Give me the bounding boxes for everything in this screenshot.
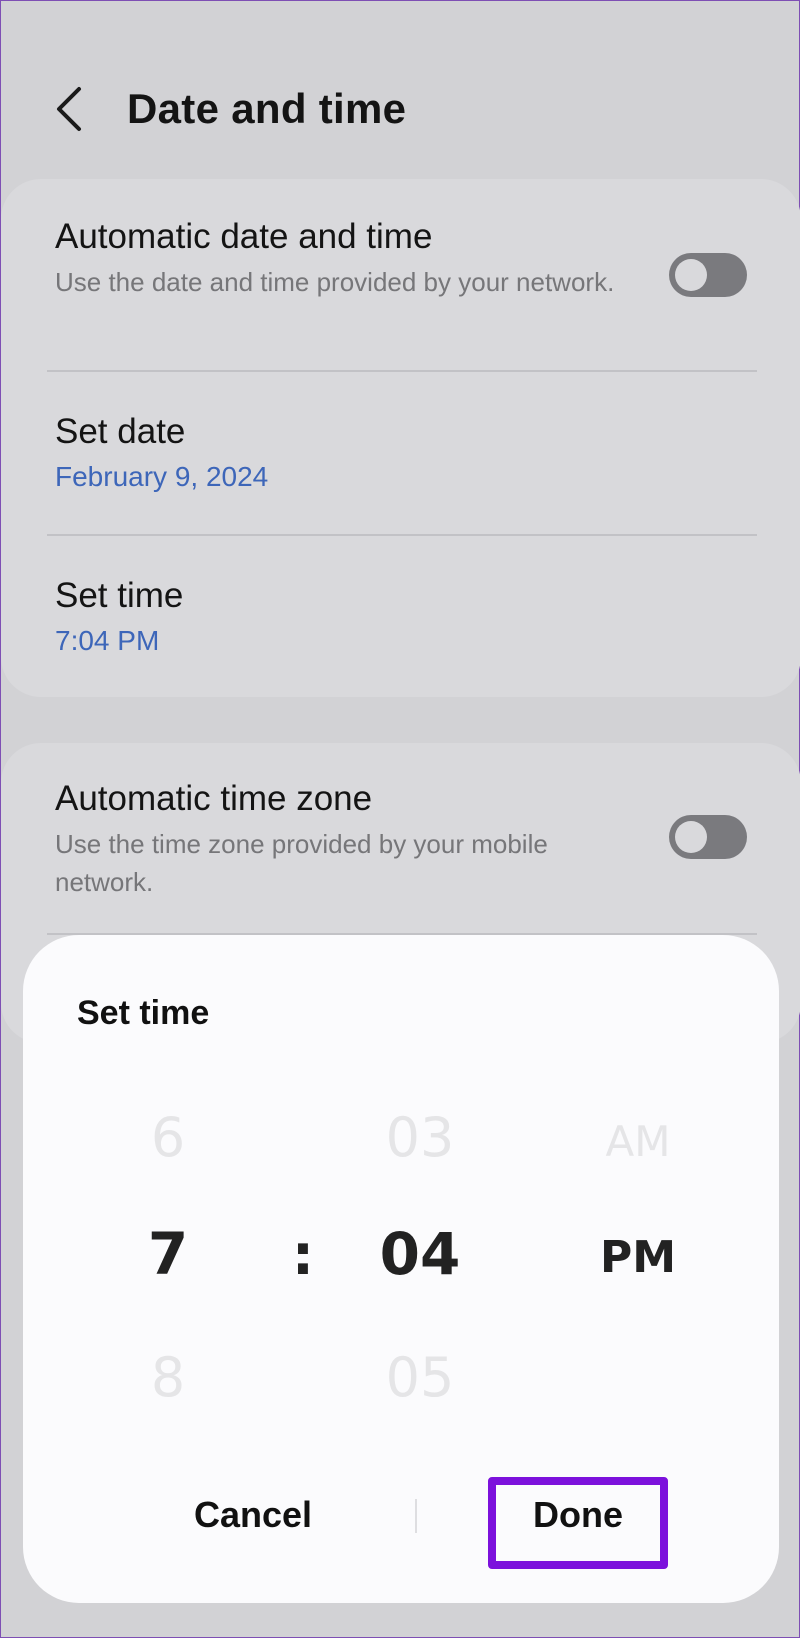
automatic-time-zone-subtitle: Use the time zone provided by your mobil… <box>55 829 548 897</box>
time-separator: : <box>291 1223 315 1288</box>
set-date-row[interactable]: Set date February 9, 2024 <box>1 372 800 534</box>
cancel-button[interactable]: Cancel <box>143 1492 363 1538</box>
automatic-time-zone-toggle[interactable] <box>669 815 747 859</box>
ampm-picker[interactable]: AM PM <box>563 935 713 1455</box>
automatic-date-time-title: Automatic date and time <box>55 217 433 256</box>
done-button[interactable]: Done <box>488 1492 668 1538</box>
hour-current[interactable]: 7 <box>93 1219 243 1289</box>
minute-prev[interactable]: 03 <box>345 1105 495 1171</box>
top-app-bar: Date and time <box>1 61 800 157</box>
set-time-value: 7:04 PM <box>55 625 160 656</box>
minute-picker[interactable]: 03 04 05 <box>345 935 495 1455</box>
button-separator <box>415 1499 417 1533</box>
automatic-time-zone-title: Automatic time zone <box>55 779 373 818</box>
date-time-settings-card: Automatic date and time Use the date and… <box>1 179 800 697</box>
hour-picker[interactable]: 6 7 8 <box>93 935 243 1455</box>
set-time-dialog: Set time 6 7 8 : 03 04 05 AM PM Cancel D… <box>23 935 779 1603</box>
hour-prev[interactable]: 6 <box>93 1105 243 1171</box>
set-date-title: Set date <box>55 412 186 451</box>
set-time-row[interactable]: Set time 7:04 PM <box>1 536 800 697</box>
set-date-value: February 9, 2024 <box>55 461 269 492</box>
toggle-knob <box>675 259 707 291</box>
minute-current[interactable]: 04 <box>345 1219 495 1289</box>
automatic-time-zone-row[interactable]: Automatic time zone Use the time zone pr… <box>1 743 800 933</box>
hour-next[interactable]: 8 <box>93 1345 243 1411</box>
minute-next[interactable]: 05 <box>345 1345 495 1411</box>
toggle-knob <box>675 821 707 853</box>
automatic-date-time-toggle[interactable] <box>669 253 747 297</box>
set-time-title: Set time <box>55 576 184 615</box>
chevron-left-icon[interactable] <box>51 83 87 135</box>
automatic-date-time-subtitle: Use the date and time provided by your n… <box>55 267 615 297</box>
ampm-current[interactable]: PM <box>563 1223 713 1293</box>
page-title: Date and time <box>127 85 407 132</box>
ampm-prev[interactable]: AM <box>563 1109 713 1175</box>
automatic-date-time-row[interactable]: Automatic date and time Use the date and… <box>1 179 800 355</box>
